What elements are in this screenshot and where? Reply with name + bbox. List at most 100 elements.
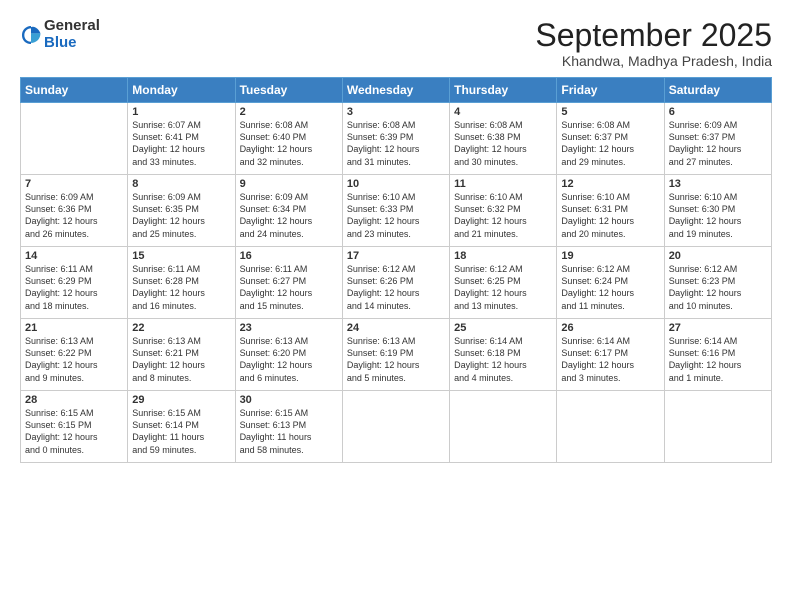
day-cell: 25Sunrise: 6:14 AMSunset: 6:18 PMDayligh… [450, 319, 557, 391]
day-info: Sunrise: 6:12 AMSunset: 6:25 PMDaylight:… [454, 263, 552, 312]
day-cell [342, 391, 449, 463]
day-info: Sunrise: 6:08 AMSunset: 6:40 PMDaylight:… [240, 119, 338, 168]
header-row: Sunday Monday Tuesday Wednesday Thursday… [21, 78, 772, 103]
day-info: Sunrise: 6:15 AMSunset: 6:14 PMDaylight:… [132, 407, 230, 456]
day-info: Sunrise: 6:08 AMSunset: 6:38 PMDaylight:… [454, 119, 552, 168]
day-number: 23 [240, 322, 338, 334]
day-cell: 3Sunrise: 6:08 AMSunset: 6:39 PMDaylight… [342, 103, 449, 175]
logo: General Blue [20, 18, 100, 51]
calendar-table: Sunday Monday Tuesday Wednesday Thursday… [20, 77, 772, 463]
day-number: 12 [561, 178, 659, 190]
day-cell: 2Sunrise: 6:08 AMSunset: 6:40 PMDaylight… [235, 103, 342, 175]
day-info: Sunrise: 6:15 AMSunset: 6:13 PMDaylight:… [240, 407, 338, 456]
day-cell: 26Sunrise: 6:14 AMSunset: 6:17 PMDayligh… [557, 319, 664, 391]
col-friday: Friday [557, 78, 664, 103]
day-info: Sunrise: 6:12 AMSunset: 6:23 PMDaylight:… [669, 263, 767, 312]
day-number: 25 [454, 322, 552, 334]
day-cell: 22Sunrise: 6:13 AMSunset: 6:21 PMDayligh… [128, 319, 235, 391]
day-number: 26 [561, 322, 659, 334]
day-number: 4 [454, 106, 552, 118]
day-info: Sunrise: 6:14 AMSunset: 6:17 PMDaylight:… [561, 335, 659, 384]
day-cell: 12Sunrise: 6:10 AMSunset: 6:31 PMDayligh… [557, 175, 664, 247]
page: General Blue September 2025 Khandwa, Mad… [0, 0, 792, 612]
day-info: Sunrise: 6:11 AMSunset: 6:29 PMDaylight:… [25, 263, 123, 312]
week-row-4: 21Sunrise: 6:13 AMSunset: 6:22 PMDayligh… [21, 319, 772, 391]
day-info: Sunrise: 6:11 AMSunset: 6:28 PMDaylight:… [132, 263, 230, 312]
day-info: Sunrise: 6:13 AMSunset: 6:21 PMDaylight:… [132, 335, 230, 384]
day-number: 11 [454, 178, 552, 190]
day-number: 24 [347, 322, 445, 334]
day-info: Sunrise: 6:14 AMSunset: 6:16 PMDaylight:… [669, 335, 767, 384]
day-info: Sunrise: 6:10 AMSunset: 6:32 PMDaylight:… [454, 191, 552, 240]
day-number: 6 [669, 106, 767, 118]
day-number: 16 [240, 250, 338, 262]
day-cell: 4Sunrise: 6:08 AMSunset: 6:38 PMDaylight… [450, 103, 557, 175]
day-number: 28 [25, 394, 123, 406]
day-info: Sunrise: 6:09 AMSunset: 6:37 PMDaylight:… [669, 119, 767, 168]
title-block: September 2025 Khandwa, Madhya Pradesh, … [535, 18, 772, 69]
main-title: September 2025 [535, 18, 772, 53]
day-info: Sunrise: 6:13 AMSunset: 6:19 PMDaylight:… [347, 335, 445, 384]
day-number: 5 [561, 106, 659, 118]
logo-text: General Blue [44, 18, 100, 51]
day-cell: 29Sunrise: 6:15 AMSunset: 6:14 PMDayligh… [128, 391, 235, 463]
day-number: 2 [240, 106, 338, 118]
day-number: 27 [669, 322, 767, 334]
week-row-3: 14Sunrise: 6:11 AMSunset: 6:29 PMDayligh… [21, 247, 772, 319]
day-number: 9 [240, 178, 338, 190]
day-cell: 24Sunrise: 6:13 AMSunset: 6:19 PMDayligh… [342, 319, 449, 391]
day-info: Sunrise: 6:13 AMSunset: 6:22 PMDaylight:… [25, 335, 123, 384]
day-info: Sunrise: 6:08 AMSunset: 6:37 PMDaylight:… [561, 119, 659, 168]
day-cell: 23Sunrise: 6:13 AMSunset: 6:20 PMDayligh… [235, 319, 342, 391]
day-cell: 9Sunrise: 6:09 AMSunset: 6:34 PMDaylight… [235, 175, 342, 247]
day-info: Sunrise: 6:10 AMSunset: 6:30 PMDaylight:… [669, 191, 767, 240]
day-info: Sunrise: 6:12 AMSunset: 6:24 PMDaylight:… [561, 263, 659, 312]
col-tuesday: Tuesday [235, 78, 342, 103]
day-cell: 8Sunrise: 6:09 AMSunset: 6:35 PMDaylight… [128, 175, 235, 247]
logo-blue-text: Blue [44, 35, 100, 52]
day-cell [664, 391, 771, 463]
day-number: 30 [240, 394, 338, 406]
day-cell: 7Sunrise: 6:09 AMSunset: 6:36 PMDaylight… [21, 175, 128, 247]
day-number: 22 [132, 322, 230, 334]
day-info: Sunrise: 6:14 AMSunset: 6:18 PMDaylight:… [454, 335, 552, 384]
col-wednesday: Wednesday [342, 78, 449, 103]
day-cell: 21Sunrise: 6:13 AMSunset: 6:22 PMDayligh… [21, 319, 128, 391]
day-number: 18 [454, 250, 552, 262]
day-cell: 20Sunrise: 6:12 AMSunset: 6:23 PMDayligh… [664, 247, 771, 319]
week-row-1: 1Sunrise: 6:07 AMSunset: 6:41 PMDaylight… [21, 103, 772, 175]
day-cell: 6Sunrise: 6:09 AMSunset: 6:37 PMDaylight… [664, 103, 771, 175]
day-number: 19 [561, 250, 659, 262]
day-number: 13 [669, 178, 767, 190]
day-info: Sunrise: 6:10 AMSunset: 6:31 PMDaylight:… [561, 191, 659, 240]
day-number: 21 [25, 322, 123, 334]
day-cell [21, 103, 128, 175]
day-cell: 14Sunrise: 6:11 AMSunset: 6:29 PMDayligh… [21, 247, 128, 319]
day-number: 3 [347, 106, 445, 118]
day-cell: 11Sunrise: 6:10 AMSunset: 6:32 PMDayligh… [450, 175, 557, 247]
logo-icon [20, 24, 42, 46]
day-cell: 27Sunrise: 6:14 AMSunset: 6:16 PMDayligh… [664, 319, 771, 391]
day-info: Sunrise: 6:09 AMSunset: 6:36 PMDaylight:… [25, 191, 123, 240]
day-number: 15 [132, 250, 230, 262]
day-number: 14 [25, 250, 123, 262]
day-cell [450, 391, 557, 463]
day-number: 1 [132, 106, 230, 118]
day-cell: 5Sunrise: 6:08 AMSunset: 6:37 PMDaylight… [557, 103, 664, 175]
day-info: Sunrise: 6:13 AMSunset: 6:20 PMDaylight:… [240, 335, 338, 384]
day-cell: 18Sunrise: 6:12 AMSunset: 6:25 PMDayligh… [450, 247, 557, 319]
day-number: 8 [132, 178, 230, 190]
logo-general-text: General [44, 18, 100, 35]
day-info: Sunrise: 6:08 AMSunset: 6:39 PMDaylight:… [347, 119, 445, 168]
day-number: 17 [347, 250, 445, 262]
col-monday: Monday [128, 78, 235, 103]
day-number: 20 [669, 250, 767, 262]
day-cell: 10Sunrise: 6:10 AMSunset: 6:33 PMDayligh… [342, 175, 449, 247]
day-cell: 30Sunrise: 6:15 AMSunset: 6:13 PMDayligh… [235, 391, 342, 463]
col-thursday: Thursday [450, 78, 557, 103]
day-cell: 13Sunrise: 6:10 AMSunset: 6:30 PMDayligh… [664, 175, 771, 247]
day-info: Sunrise: 6:07 AMSunset: 6:41 PMDaylight:… [132, 119, 230, 168]
header: General Blue September 2025 Khandwa, Mad… [20, 18, 772, 69]
day-info: Sunrise: 6:11 AMSunset: 6:27 PMDaylight:… [240, 263, 338, 312]
week-row-5: 28Sunrise: 6:15 AMSunset: 6:15 PMDayligh… [21, 391, 772, 463]
